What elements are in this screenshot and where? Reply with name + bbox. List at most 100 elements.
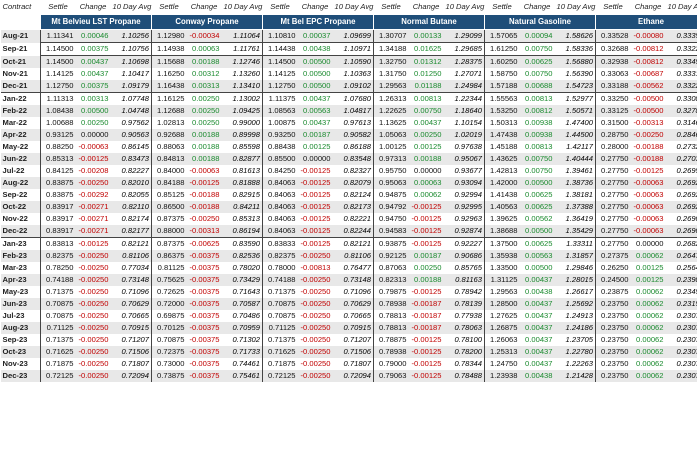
ten-day-avg-cell: 0.72094: [332, 370, 374, 382]
settle-cell: 1.08438: [40, 105, 76, 117]
table-row[interactable]: Oct-21 1.14500 0.00437 1.10698 1.15688 0.0018…: [0, 55, 697, 68]
table-row[interactable]: Feb-23 0.82375 -0.00250 0.81106 0.86375 -0.00…: [0, 250, 697, 262]
settle-cell: 1.14500: [40, 55, 76, 68]
table-row[interactable]: Jan-22 1.11313 0.00313 1.07748 1.16125 0.0025…: [1, 92, 697, 105]
ten-day-avg-cell: 1.52977: [554, 92, 596, 105]
change-cell: -0.00250: [75, 298, 111, 310]
change-column-header: Change: [190, 2, 218, 11]
settle-cell: 1.33500: [484, 262, 520, 274]
settle-cell: 0.94583: [373, 225, 409, 238]
ten-day-avg-cell: 0.33229: [665, 80, 697, 93]
table-row[interactable]: Aug-22 0.83875 -0.00250 0.82010 0.84188 -0.00…: [0, 177, 697, 189]
settle-cell: 0.70875: [40, 310, 76, 322]
change-cell: -0.00271: [78, 214, 109, 223]
settle-cell: 1.00688: [40, 117, 76, 129]
change-cell: 0.00437: [519, 322, 555, 334]
change-cell: -0.00187: [411, 311, 442, 320]
settle-cell: 1.16438: [151, 80, 187, 93]
table-row[interactable]: Aug-23 0.71125 -0.00250 0.70915 0.70125 -0.00…: [0, 322, 697, 334]
table-row[interactable]: Apr-22 0.93125 0.00000 0.90563 0.92688 0.0018…: [0, 129, 697, 141]
change-cell: -0.00271: [75, 201, 111, 213]
ten-day-avg-cell: 1.36419: [554, 213, 596, 225]
ten-day-avg-cell: 0.83473: [110, 153, 152, 165]
table-row[interactable]: Oct-23 0.71625 -0.00250 0.71506 0.72375 -0.00…: [0, 346, 697, 358]
table-row[interactable]: Mar-23 0.78250 -0.00250 0.77034 0.81125 -0.00…: [1, 262, 697, 274]
change-cell: -0.00125: [297, 177, 333, 189]
settle-cell: 1.25313: [484, 346, 520, 358]
table-row[interactable]: May-22 0.88250 -0.00063 0.86145 0.88063 0.001…: [1, 141, 697, 153]
table-row[interactable]: Sep-22 0.83875 -0.00292 0.82055 0.85125 -0.00…: [1, 189, 697, 201]
ten-day-avg-cell: 0.86188: [332, 141, 374, 153]
change-cell: -0.00250: [297, 274, 333, 286]
change-cell: -0.00271: [75, 225, 111, 238]
contract-month-cell: Apr-23: [0, 274, 41, 286]
ten-day-avg-cell: 0.78344: [443, 358, 485, 370]
settlement-table: Contract Settle Change 10 Day Avg Settle Chan…: [0, 0, 697, 382]
table-row[interactable]: Jan-23 0.83813 -0.00125 0.82121 0.87375 -0.00…: [1, 237, 697, 250]
table-row[interactable]: Apr-23 0.74188 -0.00250 0.73148 0.75625 -0.00…: [0, 274, 697, 286]
avg-column-header: 10 Day Avg: [112, 2, 152, 11]
change-cell: 0.00500: [303, 69, 331, 78]
settle-cell: 0.73875: [151, 370, 187, 382]
avg-column-header: 10 Day Avg: [556, 2, 596, 11]
table-row[interactable]: Dec-23 0.72125 -0.00250 0.72094 0.73875 -0.00…: [0, 370, 697, 382]
ten-day-avg-cell: 1.24186: [554, 322, 596, 334]
ten-day-avg-cell: 0.25648: [665, 262, 697, 274]
table-row[interactable]: Dec-21 1.12750 0.00375 1.09179 1.16438 0.0031…: [0, 80, 697, 93]
settle-cell: 1.60250: [484, 55, 520, 68]
change-cell: 0.00000: [414, 166, 442, 175]
contract-column-header: Contract: [2, 2, 32, 11]
contract-month-cell: Nov-21: [2, 69, 28, 78]
table-row[interactable]: Nov-23 0.71875 -0.00250 0.71807 0.73000 -0.00…: [1, 358, 697, 370]
settle-cell: 0.33125: [595, 105, 631, 117]
settle-cell: 0.72375: [151, 346, 187, 358]
ten-day-avg-cell: 0.70959: [221, 322, 263, 334]
table-row[interactable]: Oct-22 0.83917 -0.00271 0.82110 0.86500 -0.00…: [0, 201, 697, 213]
table-row[interactable]: Dec-22 0.83917 -0.00271 0.82177 0.88000 -0.00…: [0, 225, 697, 238]
table-row[interactable]: Sep-23 0.71375 -0.00250 0.71207 0.70875 -0.00…: [1, 334, 697, 346]
settle-cell: 1.39625: [484, 213, 520, 225]
avg-column-header: 10 Day Avg: [223, 2, 263, 11]
change-cell: -0.00375: [186, 346, 222, 358]
settle-cell: 0.83917: [40, 225, 76, 238]
settle-cell: 0.70875: [262, 298, 298, 310]
settle-cell: 0.88063: [151, 141, 187, 153]
change-cell: -0.00250: [297, 346, 333, 358]
table-row[interactable]: May-23 0.71375 -0.00250 0.71096 0.72625 -0.00…: [1, 286, 697, 298]
settle-cell: 1.57188: [484, 80, 520, 93]
change-cell: -0.00125: [411, 335, 442, 344]
ten-day-avg-cell: 0.82121: [110, 237, 152, 250]
settle-cell: 1.27625: [484, 310, 520, 322]
ten-day-avg-cell: 1.58626: [554, 29, 596, 43]
change-column-header: Change: [634, 2, 662, 11]
settle-cell: 0.74188: [262, 274, 298, 286]
settle-cell: 0.23875: [595, 286, 631, 298]
change-cell: -0.00375: [189, 359, 220, 368]
settle-cell: 0.83917: [40, 201, 76, 213]
avg-column-header: 10 Day Avg: [334, 2, 374, 11]
ten-day-avg-cell: 1.18640: [443, 105, 485, 117]
table-row[interactable]: Jun-22 0.85313 -0.00125 0.83473 0.84813 0.001…: [0, 153, 697, 165]
table-row[interactable]: Nov-22 0.83917 -0.00271 0.82174 0.87375 -0.00…: [1, 213, 697, 225]
contract-month-cell: Jun-23: [0, 298, 41, 310]
change-cell: -0.00250: [300, 311, 331, 320]
table-row[interactable]: Nov-21 1.14125 0.00437 1.10417 1.16250 0.0031…: [1, 68, 697, 80]
table-row[interactable]: Aug-21 1.11341 0.00046 1.10256 1.12980 -0.000…: [0, 29, 697, 43]
ten-day-avg-cell: 0.81106: [332, 250, 374, 262]
table-row[interactable]: Jul-22 0.84125 -0.00208 0.82227 0.84000 -0.00…: [1, 165, 697, 177]
change-cell: 0.00250: [408, 129, 444, 141]
ten-day-avg-cell: 0.82327: [332, 165, 374, 177]
table-row[interactable]: Mar-22 1.00688 0.00250 0.97562 1.02813 0.0025…: [1, 117, 697, 129]
change-cell: 0.00125: [630, 274, 666, 286]
table-row[interactable]: Sep-21 1.14500 0.00375 1.10756 1.14938 0.0006…: [1, 42, 697, 56]
table-row[interactable]: Feb-22 1.08438 0.00500 1.04748 1.12688 0.0025…: [0, 105, 697, 117]
ten-day-avg-cell: 1.09425: [221, 105, 263, 117]
change-cell: -0.00063: [633, 190, 664, 199]
ten-day-avg-cell: 0.82915: [221, 189, 263, 201]
table-row[interactable]: Jun-23 0.70875 -0.00250 0.70629 0.72000 -0.00…: [0, 298, 697, 310]
table-row[interactable]: Jul-23 0.70875 -0.00250 0.70665 0.69875 -0.00…: [1, 310, 697, 322]
ten-day-avg-cell: 0.90582: [332, 129, 374, 141]
ten-day-avg-cell: 0.74461: [221, 358, 263, 370]
settle-cell: 0.93250: [262, 129, 298, 141]
settle-cell: 0.33188: [595, 80, 631, 93]
